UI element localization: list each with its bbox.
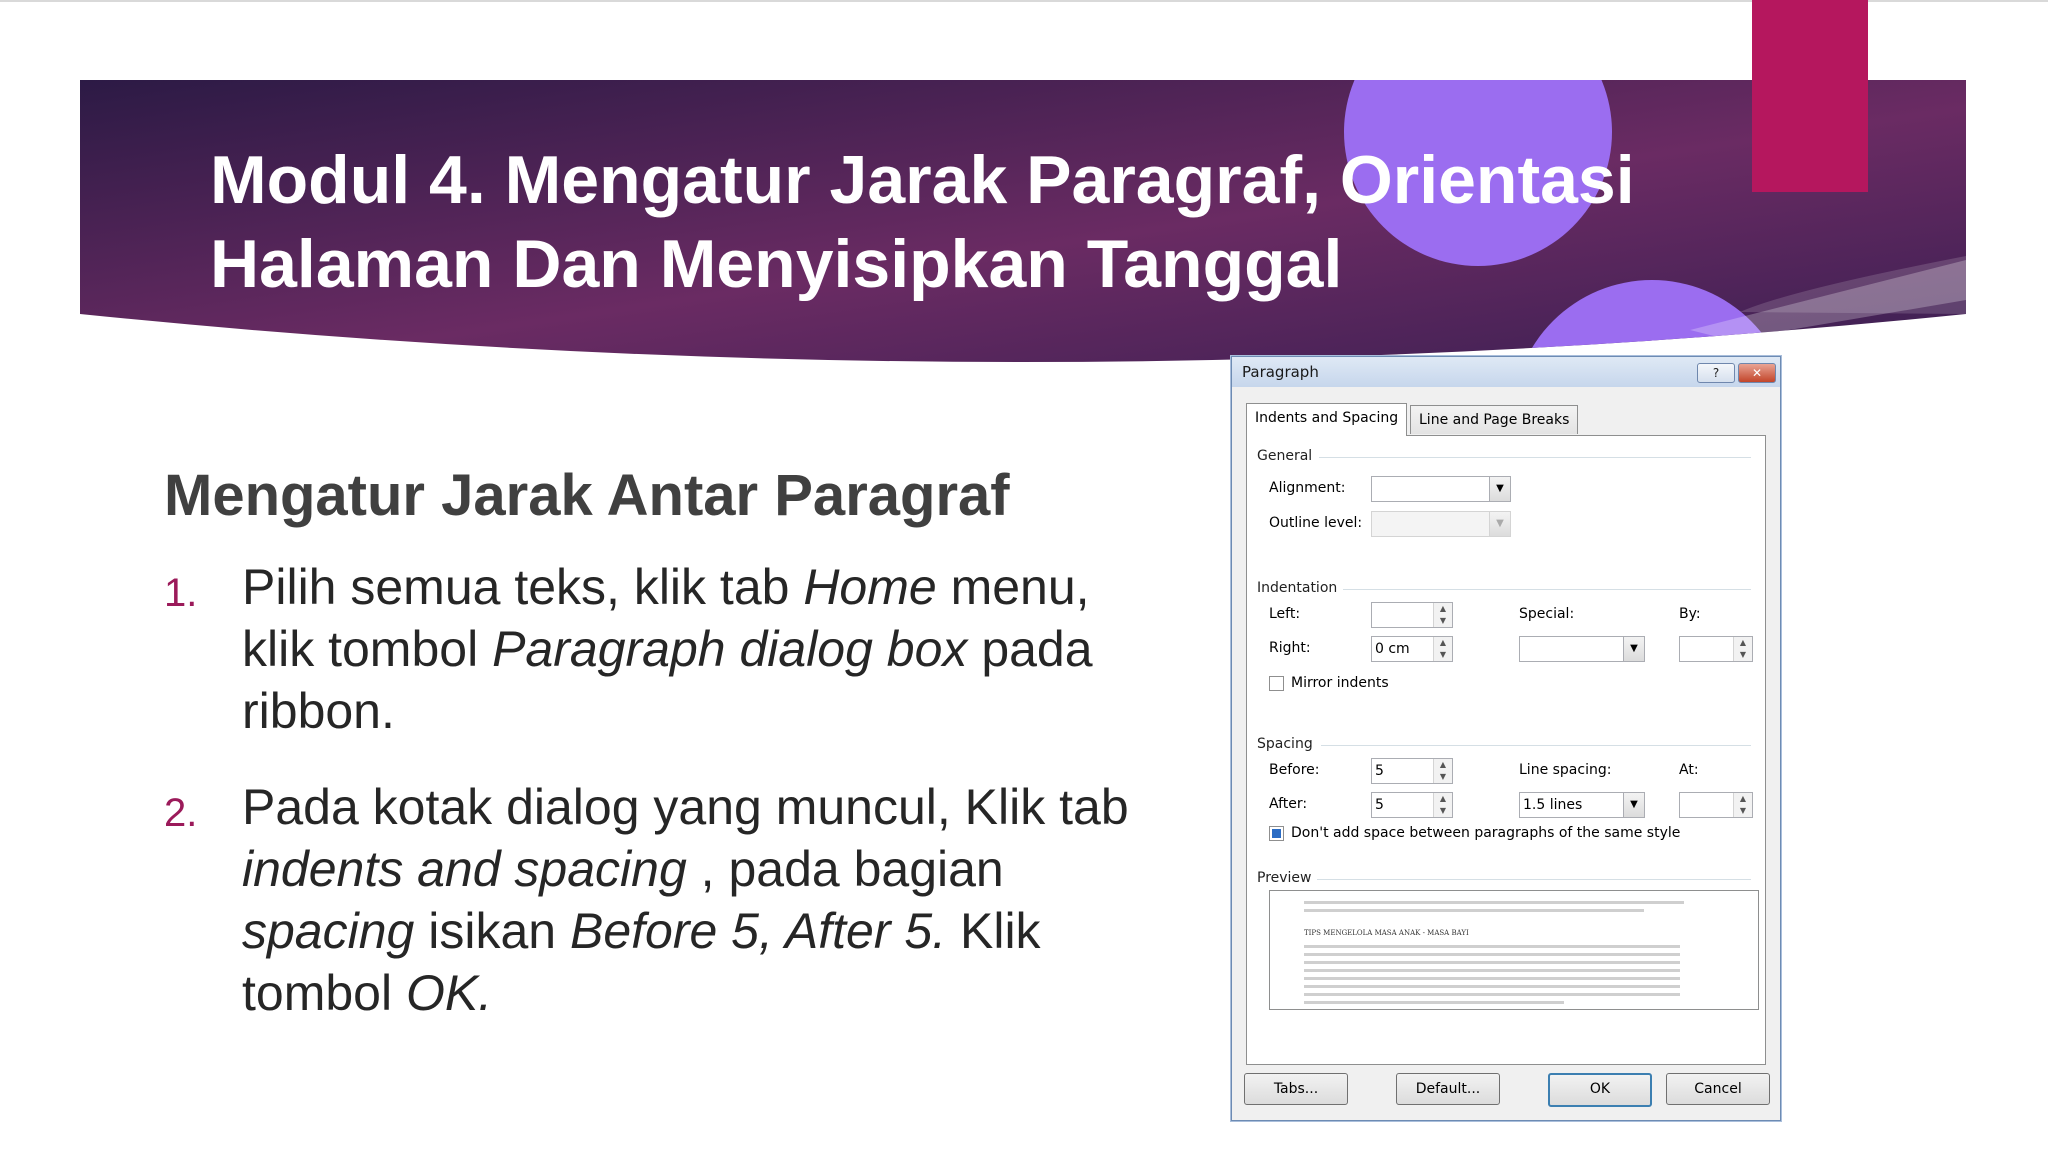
divider xyxy=(1343,589,1751,590)
spinner[interactable]: ▲ ▼ xyxy=(1733,793,1752,817)
right-indent-label: Right: xyxy=(1269,640,1311,656)
preview-sample-heading: TIPS MENGELOLA MASA ANAK - MASA BAYI xyxy=(1304,929,1469,937)
at-input[interactable]: ▲ ▼ xyxy=(1679,792,1753,818)
accent-bar xyxy=(1752,0,1868,192)
divider xyxy=(1317,879,1751,880)
mirror-indents-checkbox[interactable] xyxy=(1269,676,1284,691)
dont-add-space-checkbox[interactable] xyxy=(1269,826,1284,841)
preview-group-label: Preview xyxy=(1257,870,1312,886)
after-label: After: xyxy=(1269,796,1308,812)
step-item-1: 1. Pilih semua teks, klik tab Home menu,… xyxy=(164,556,1164,742)
tabs-button[interactable]: Tabs... xyxy=(1244,1073,1348,1105)
before-label: Before: xyxy=(1269,762,1320,778)
spinner[interactable]: ▲ ▼ xyxy=(1433,603,1452,627)
by-input[interactable]: ▲ ▼ xyxy=(1679,636,1753,662)
cancel-button[interactable]: Cancel xyxy=(1666,1073,1770,1105)
outline-level-label: Outline level: xyxy=(1269,515,1363,531)
ok-button[interactable]: OK xyxy=(1548,1073,1652,1107)
special-label: Special: xyxy=(1519,606,1575,622)
steps-list: 1. Pilih semua teks, klik tab Home menu,… xyxy=(164,556,1164,1058)
spinner[interactable]: ▲ ▼ xyxy=(1733,637,1752,661)
chevron-down-icon: ▼ xyxy=(1489,477,1510,501)
step-text: Pada kotak dialog yang muncul, Klik tab … xyxy=(242,779,1129,1021)
outline-level-select[interactable]: ▼ xyxy=(1371,511,1511,537)
right-indent-input[interactable]: 0 cm ▲ ▼ xyxy=(1371,636,1453,662)
line-spacing-label: Line spacing: xyxy=(1519,762,1612,778)
step-number: 1. xyxy=(164,571,198,615)
alignment-label: Alignment: xyxy=(1269,480,1346,496)
alignment-select[interactable]: ▼ xyxy=(1371,476,1511,502)
close-button[interactable]: ✕ xyxy=(1738,363,1776,383)
slide-title-line-1: Modul 4. Mengatur Jarak Paragraf, Orient… xyxy=(210,142,1635,218)
left-indent-label: Left: xyxy=(1269,606,1301,622)
step-item-2: 2. Pada kotak dialog yang muncul, Klik t… xyxy=(164,776,1164,1024)
left-indent-input[interactable]: ▲ ▼ xyxy=(1371,602,1453,628)
divider xyxy=(1319,457,1751,458)
chevron-down-icon: ▼ xyxy=(1623,637,1644,661)
step-number: 2. xyxy=(164,791,198,835)
chevron-down-icon: ▼ xyxy=(1489,512,1510,536)
by-label: By: xyxy=(1679,606,1701,622)
tab-line-and-page-breaks[interactable]: Line and Page Breaks xyxy=(1410,405,1579,434)
spinner[interactable]: ▲ ▼ xyxy=(1433,637,1452,661)
spinner[interactable]: ▲ ▼ xyxy=(1433,759,1452,783)
tab-indents-and-spacing[interactable]: Indents and Spacing xyxy=(1246,403,1408,436)
step-text: Pilih semua teks, klik tab Home menu, kl… xyxy=(242,559,1093,739)
dialog-titlebar: Paragraph ? ✕ xyxy=(1232,357,1780,387)
before-input[interactable]: 5 ▲ ▼ xyxy=(1371,758,1453,784)
indentation-group-label: Indentation xyxy=(1257,580,1338,596)
special-select[interactable]: ▼ xyxy=(1519,636,1645,662)
help-button[interactable]: ? xyxy=(1697,363,1735,383)
chevron-down-icon: ▼ xyxy=(1623,793,1644,817)
tab-panel: General Alignment: ▼ Outline level: ▼ In… xyxy=(1246,435,1766,1065)
spinner[interactable]: ▲ ▼ xyxy=(1433,793,1452,817)
default-button[interactable]: Default... xyxy=(1396,1073,1500,1105)
paragraph-preview: TIPS MENGELOLA MASA ANAK - MASA BAYI xyxy=(1269,890,1759,1010)
mirror-indents-label: Mirror indents xyxy=(1291,675,1389,691)
divider xyxy=(1321,745,1751,746)
paragraph-dialog: Paragraph ? ✕ Indents and Spacing Line a… xyxy=(1231,356,1781,1121)
dont-add-space-label: Don't add space between paragraphs of th… xyxy=(1291,825,1681,841)
slide-title-line-2: Halaman Dan Menyisipkan Tanggal xyxy=(210,226,1343,302)
line-spacing-select[interactable]: 1.5 lines ▼ xyxy=(1519,792,1645,818)
after-input[interactable]: 5 ▲ ▼ xyxy=(1371,792,1453,818)
general-group-label: General xyxy=(1257,448,1313,464)
spacing-group-label: Spacing xyxy=(1257,736,1313,752)
section-heading: Mengatur Jarak Antar Paragraf xyxy=(164,463,1010,528)
slide-title: Modul 4. Mengatur Jarak Paragraf, Orient… xyxy=(210,138,1710,306)
at-label: At: xyxy=(1679,762,1699,778)
dialog-title: Paragraph xyxy=(1242,363,1319,381)
